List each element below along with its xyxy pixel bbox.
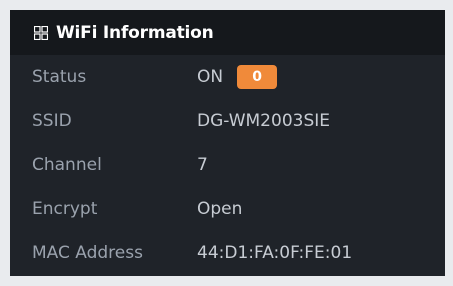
- encrypt-value: Open: [197, 199, 243, 219]
- encrypt-label: Encrypt: [32, 199, 98, 219]
- panel-header: WiFi Information: [10, 10, 445, 55]
- panel-title: WiFi Information: [56, 22, 214, 43]
- channel-row: Channel 7: [10, 143, 445, 187]
- wifi-information-panel: WiFi Information Status ON 0 SSID DG-WM2…: [10, 10, 445, 276]
- encrypt-row: Encrypt Open: [10, 187, 445, 231]
- ssid-label: SSID: [32, 111, 72, 131]
- status-row: Status ON 0: [10, 55, 445, 99]
- mac-address-row: MAC Address 44:D1:FA:0F:FE:01: [10, 231, 445, 275]
- mac-address-value: 44:D1:FA:0F:FE:01: [197, 243, 353, 263]
- channel-value: 7: [197, 155, 208, 175]
- status-value-wrap: ON 0: [197, 65, 278, 89]
- ssid-row: SSID DG-WM2003SIE: [10, 99, 445, 143]
- channel-label: Channel: [32, 155, 102, 175]
- ssid-value: DG-WM2003SIE: [197, 111, 330, 131]
- mac-address-label: MAC Address: [32, 243, 143, 263]
- status-value: ON: [197, 67, 224, 87]
- status-label: Status: [32, 67, 87, 87]
- status-badge: 0: [237, 65, 278, 89]
- grid-icon: [33, 25, 49, 40]
